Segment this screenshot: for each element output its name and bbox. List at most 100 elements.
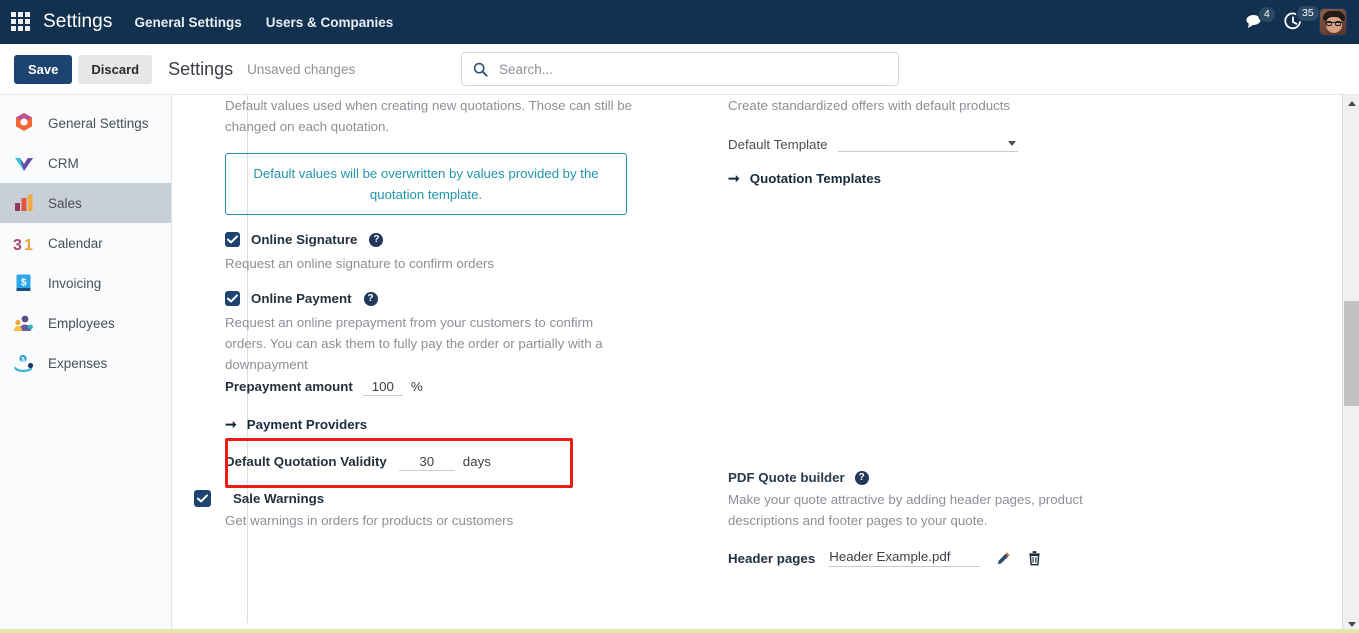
sidebar-item-employees[interactable]: Employees — [0, 303, 171, 343]
arrow-right-icon: ➞ — [225, 416, 237, 432]
calendar-icon: 3 1 — [13, 237, 33, 254]
online-payment-description: Request an online prepayment from your c… — [225, 315, 603, 372]
svg-text:3: 3 — [13, 237, 22, 254]
default-template-label: Default Template — [728, 137, 828, 152]
svg-text:$: $ — [21, 357, 25, 364]
prepayment-amount-unit: % — [410, 379, 423, 394]
sale-warnings-label: Sale Warnings — [233, 491, 325, 506]
payment-providers-label: Payment Providers — [246, 417, 368, 432]
apps-grid-icon[interactable] — [11, 12, 31, 32]
online-payment-checkbox[interactable] — [225, 291, 240, 306]
settings-sidebar: General Settings CRM Sales 3 1 Calendar — [0, 95, 172, 633]
pdf-quote-builder-header: PDF Quote builder ? — [728, 470, 1148, 485]
default-template-select[interactable] — [838, 132, 1018, 152]
general-settings-icon — [16, 113, 32, 131]
page-title: Settings — [168, 58, 234, 79]
odoo-settings-app: Settings General Settings Users & Compan… — [0, 0, 1359, 633]
search-box[interactable] — [461, 52, 899, 86]
scrollbar-thumb[interactable] — [1344, 301, 1359, 406]
templates-description: Create standardized offers with default … — [728, 98, 1011, 113]
online-signature-row: Online Signature ? — [225, 232, 657, 247]
save-button[interactable]: Save — [14, 54, 73, 84]
activities-count-badge: 35 — [1296, 5, 1320, 22]
caret-down-icon — [1347, 622, 1356, 627]
caret-up-icon — [1347, 101, 1356, 106]
online-payment-label: Online Payment — [251, 291, 352, 306]
quotation-validity-label: Default Quotation Validity — [225, 454, 387, 469]
sidebar-item-sales[interactable]: Sales — [0, 183, 171, 223]
scroll-up-button[interactable] — [1343, 95, 1359, 112]
pdf-quote-builder-description: Make your quote attractive by adding hea… — [728, 492, 1083, 528]
sale-warnings-row: Sale Warnings — [194, 490, 657, 507]
svg-text:1: 1 — [24, 237, 33, 254]
header-pages-file[interactable]: Header Example.pdf — [829, 549, 981, 567]
question-mark-icon[interactable]: ? — [369, 232, 384, 247]
question-mark-icon[interactable]: ? — [363, 291, 378, 306]
bottom-strip — [0, 629, 1359, 633]
quotations-intro-text: Default values used when creating new qu… — [225, 98, 633, 134]
employees-icon — [14, 315, 33, 331]
navbar-right-tools: 4 35 — [1245, 5, 1359, 36]
quotation-validity-row: Default Quotation Validity days — [225, 454, 657, 471]
navlink-general-settings[interactable]: General Settings — [134, 15, 241, 30]
online-signature-description: Request an online signature to confirm o… — [225, 256, 495, 271]
invoicing-icon: $ — [16, 274, 31, 291]
messages-menu[interactable]: 4 — [1245, 6, 1276, 31]
crm-icon — [15, 158, 33, 171]
sidebar-item-crm[interactable]: CRM — [0, 143, 171, 183]
sidebar-item-label: Expenses — [48, 355, 108, 371]
activities-menu[interactable]: 35 — [1283, 5, 1320, 32]
pdf-quote-builder-section: PDF Quote builder ? Make your quote attr… — [728, 470, 1148, 567]
settings-content: Default values used when creating new qu… — [172, 95, 1335, 633]
sidebar-item-label: Employees — [48, 315, 115, 331]
avatar[interactable] — [1319, 8, 1347, 36]
templates-settings-column: Create standardized offers with default … — [728, 95, 1148, 567]
content-scrollbar[interactable] — [1342, 95, 1359, 633]
sidebar-item-label: Calendar — [48, 235, 103, 251]
settings-columns: Default values used when creating new qu… — [172, 95, 1335, 633]
sidebar-item-label: General Settings — [48, 115, 149, 131]
sidebar-item-label: Invoicing — [48, 275, 102, 291]
messages-count-badge: 4 — [1258, 6, 1276, 23]
sidebar-item-expenses[interactable]: $ Expenses — [0, 343, 171, 383]
quotation-validity-input[interactable] — [398, 454, 455, 471]
top-navbar: Settings General Settings Users & Compan… — [0, 0, 1359, 44]
question-mark-icon[interactable]: ? — [854, 470, 869, 485]
prepayment-amount-row: Prepayment amount % — [225, 379, 657, 396]
sale-warnings-checkbox[interactable] — [194, 490, 211, 507]
sidebar-item-general-settings[interactable]: General Settings — [0, 103, 171, 143]
chevron-down-icon — [1008, 141, 1016, 146]
svg-text:$: $ — [21, 278, 27, 289]
sidebar-item-label: CRM — [48, 155, 79, 171]
header-pages-label: Header pages — [728, 550, 816, 566]
sales-icon — [15, 194, 33, 211]
discard-button[interactable]: Discard — [78, 54, 153, 84]
arrow-right-icon: ➞ — [728, 170, 740, 186]
quotation-templates-label: Quotation Templates — [749, 171, 881, 186]
default-template-row: Default Template — [728, 132, 1148, 152]
online-signature-checkbox[interactable] — [225, 232, 240, 247]
header-pages-row: Header pages Header Example.pdf — [728, 549, 1148, 567]
expenses-icon: $ — [14, 354, 34, 373]
quotation-validity-unit: days — [462, 454, 491, 469]
quotation-templates-link[interactable]: ➞ Quotation Templates — [728, 170, 1148, 187]
sidebar-item-calendar[interactable]: 3 1 Calendar — [0, 223, 171, 263]
search-input[interactable] — [497, 60, 877, 78]
navlink-users-companies[interactable]: Users & Companies — [266, 15, 394, 30]
pencil-icon[interactable] — [996, 551, 1011, 566]
trash-icon[interactable] — [1027, 550, 1042, 566]
search-icon — [473, 62, 488, 77]
brand-title[interactable]: Settings — [43, 11, 112, 33]
quotations-settings-column: Default values used when creating new qu… — [194, 95, 657, 531]
sidebar-item-label: Sales — [48, 195, 82, 211]
sidebar-item-invoicing[interactable]: $ Invoicing — [0, 263, 171, 303]
online-payment-row: Online Payment ? — [225, 291, 657, 306]
sale-warnings-description: Get warnings in orders for products or c… — [225, 513, 514, 528]
unsaved-changes-indicator: Unsaved changes — [247, 61, 356, 77]
prepayment-amount-label: Prepayment amount — [225, 379, 353, 394]
prepayment-amount-input[interactable] — [362, 379, 403, 396]
template-override-alert: Default values will be overwritten by va… — [225, 153, 627, 215]
payment-providers-link[interactable]: ➞ Payment Providers — [225, 416, 657, 433]
online-signature-label: Online Signature — [251, 232, 358, 247]
pdf-quote-builder-label: PDF Quote builder — [728, 470, 845, 485]
